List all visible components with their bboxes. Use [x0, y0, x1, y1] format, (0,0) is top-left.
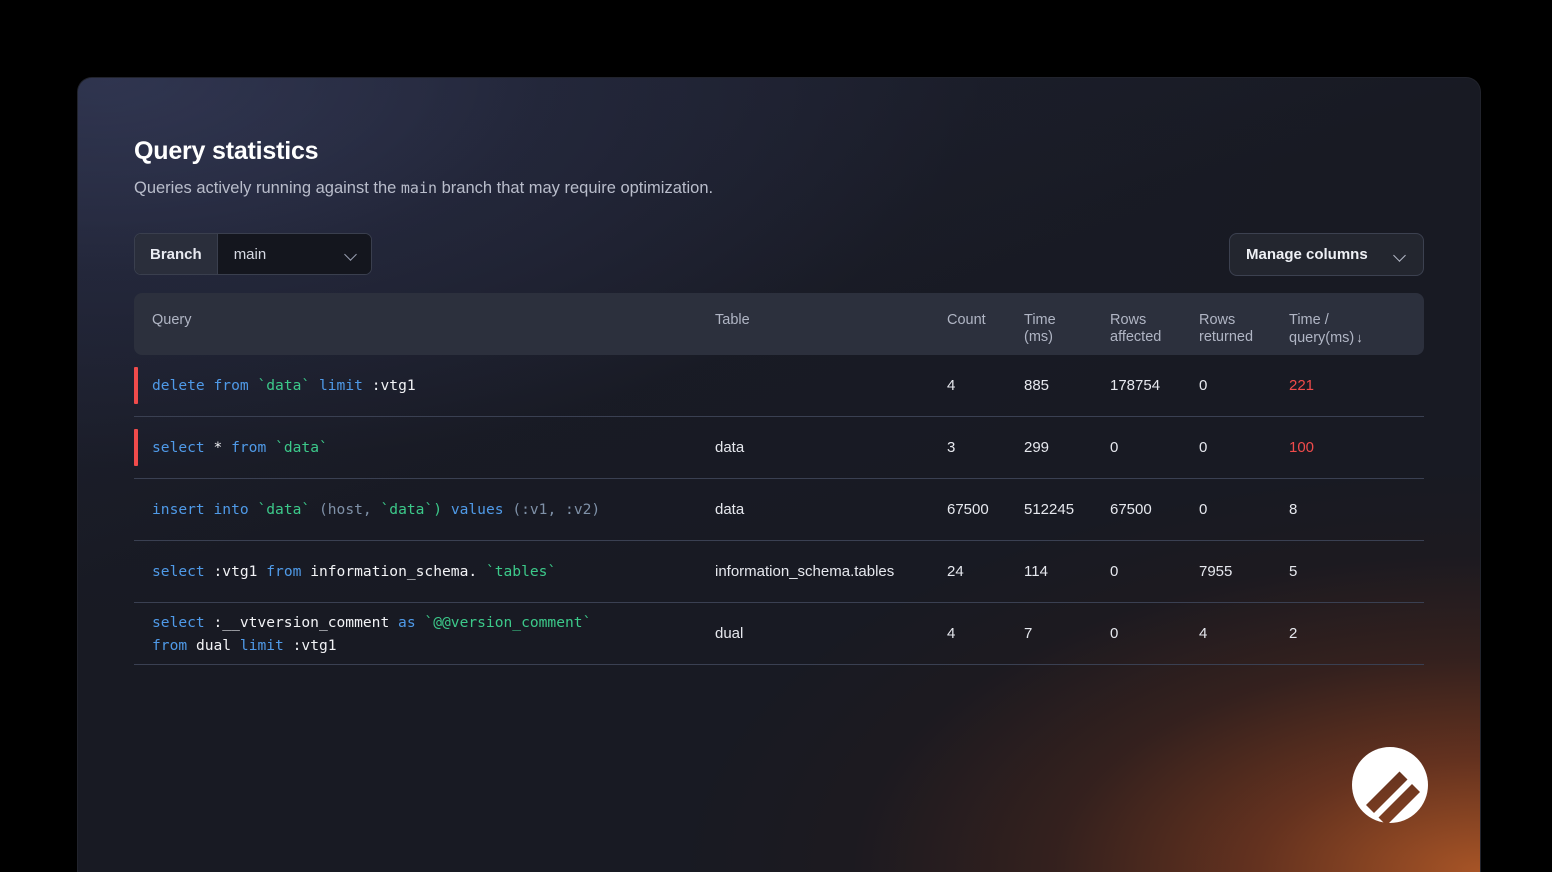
cell-time-per-query: 100	[1289, 439, 1404, 456]
cell-time: 885	[1024, 377, 1110, 394]
cell-rows-affected: 0	[1110, 625, 1199, 642]
cell-query: delete from `data` limit :vtg1	[134, 374, 715, 397]
screenshot-root: Query statistics Queries actively runnin…	[0, 0, 1552, 872]
manage-columns-label: Manage columns	[1246, 246, 1368, 263]
cell-time: 512245	[1024, 501, 1110, 518]
query-statistics-card: Query statistics Queries actively runnin…	[78, 78, 1480, 872]
cell-count: 67500	[947, 501, 1024, 518]
column-header-table[interactable]: Table	[715, 312, 947, 329]
cell-table: data	[715, 501, 947, 518]
branch-picker-label: Branch	[135, 234, 218, 274]
cell-query: select :__vtversion_comment as `@@versio…	[134, 611, 715, 657]
branch-select-value: main	[234, 246, 267, 263]
cell-rows-returned: 4	[1199, 625, 1289, 642]
cell-rows-returned: 0	[1199, 377, 1289, 394]
cell-count: 4	[947, 377, 1024, 394]
table-header-row: Query Table Count Time (ms) Rows affecte…	[134, 293, 1424, 355]
column-header-rows-returned[interactable]: Rows returned	[1199, 312, 1289, 346]
cell-rows-returned: 0	[1199, 501, 1289, 518]
cell-table: dual	[715, 625, 947, 642]
chevron-down-icon	[345, 250, 358, 258]
column-header-rows-returned-line1: Rows	[1199, 312, 1289, 329]
column-header-rows-affected-line1: Rows	[1110, 312, 1199, 329]
column-header-time[interactable]: Time (ms)	[1024, 312, 1110, 346]
column-header-time-per-query-line2: query(ms)↓	[1289, 329, 1404, 347]
query-statistics-table: Query Table Count Time (ms) Rows affecte…	[134, 293, 1424, 665]
column-header-query[interactable]: Query	[134, 312, 715, 329]
column-header-time-per-query[interactable]: Time / query(ms)↓	[1289, 312, 1404, 347]
cell-table: data	[715, 439, 947, 456]
column-header-count[interactable]: Count	[947, 312, 1024, 329]
cell-rows-affected: 67500	[1110, 501, 1199, 518]
branch-select[interactable]: main	[218, 234, 371, 274]
row-warning-indicator	[134, 429, 138, 466]
column-header-rows-affected[interactable]: Rows affected	[1110, 312, 1199, 346]
branch-picker[interactable]: Branch main	[134, 233, 372, 275]
page-subtitle-branch-name: main	[401, 179, 437, 197]
page-subtitle-suffix: branch that may require optimization.	[437, 179, 713, 197]
cell-table: information_schema.tables	[715, 563, 947, 580]
cell-time: 7	[1024, 625, 1110, 642]
planetscale-logo-icon	[1350, 745, 1430, 825]
cell-rows-returned: 0	[1199, 439, 1289, 456]
arrow-down-icon: ↓	[1356, 329, 1363, 346]
page-subtitle: Queries actively running against the mai…	[134, 179, 713, 198]
cell-count: 4	[947, 625, 1024, 642]
table-row[interactable]: select :vtg1 from information_schema. `t…	[134, 541, 1424, 603]
page-subtitle-prefix: Queries actively running against the	[134, 179, 401, 197]
cell-time-per-query: 5	[1289, 563, 1404, 580]
cell-rows-affected: 0	[1110, 563, 1199, 580]
cell-time-per-query: 8	[1289, 501, 1404, 518]
table-row[interactable]: delete from `data` limit :vtg1 4885178754…	[134, 355, 1424, 417]
column-header-time-per-query-line1: Time /	[1289, 312, 1404, 329]
column-header-time-line1: Time	[1024, 312, 1110, 329]
cell-rows-affected: 178754	[1110, 377, 1199, 394]
table-row[interactable]: insert into `data` (host, `data`) values…	[134, 479, 1424, 541]
table-row[interactable]: select * from `data`data329900100	[134, 417, 1424, 479]
cell-time-per-query: 2	[1289, 625, 1404, 642]
cell-time-per-query: 221	[1289, 377, 1404, 394]
cell-time: 114	[1024, 563, 1110, 580]
cell-rows-affected: 0	[1110, 439, 1199, 456]
page-title: Query statistics	[134, 137, 318, 166]
cell-count: 24	[947, 563, 1024, 580]
row-warning-indicator	[134, 367, 138, 404]
table-body: delete from `data` limit :vtg14885178754…	[134, 355, 1424, 665]
cell-query: insert into `data` (host, `data`) values…	[134, 498, 715, 521]
cell-rows-returned: 7955	[1199, 563, 1289, 580]
column-header-rows-returned-line2: returned	[1199, 329, 1289, 346]
cell-query: select :vtg1 from information_schema. `t…	[134, 560, 715, 583]
column-header-time-line2: (ms)	[1024, 329, 1110, 346]
cell-time: 299	[1024, 439, 1110, 456]
chevron-down-icon	[1394, 251, 1407, 259]
table-row[interactable]: select :__vtversion_comment as `@@versio…	[134, 603, 1424, 665]
cell-count: 3	[947, 439, 1024, 456]
manage-columns-button[interactable]: Manage columns	[1229, 233, 1424, 276]
cell-query: select * from `data`	[134, 436, 715, 459]
column-header-rows-affected-line2: affected	[1110, 329, 1199, 346]
